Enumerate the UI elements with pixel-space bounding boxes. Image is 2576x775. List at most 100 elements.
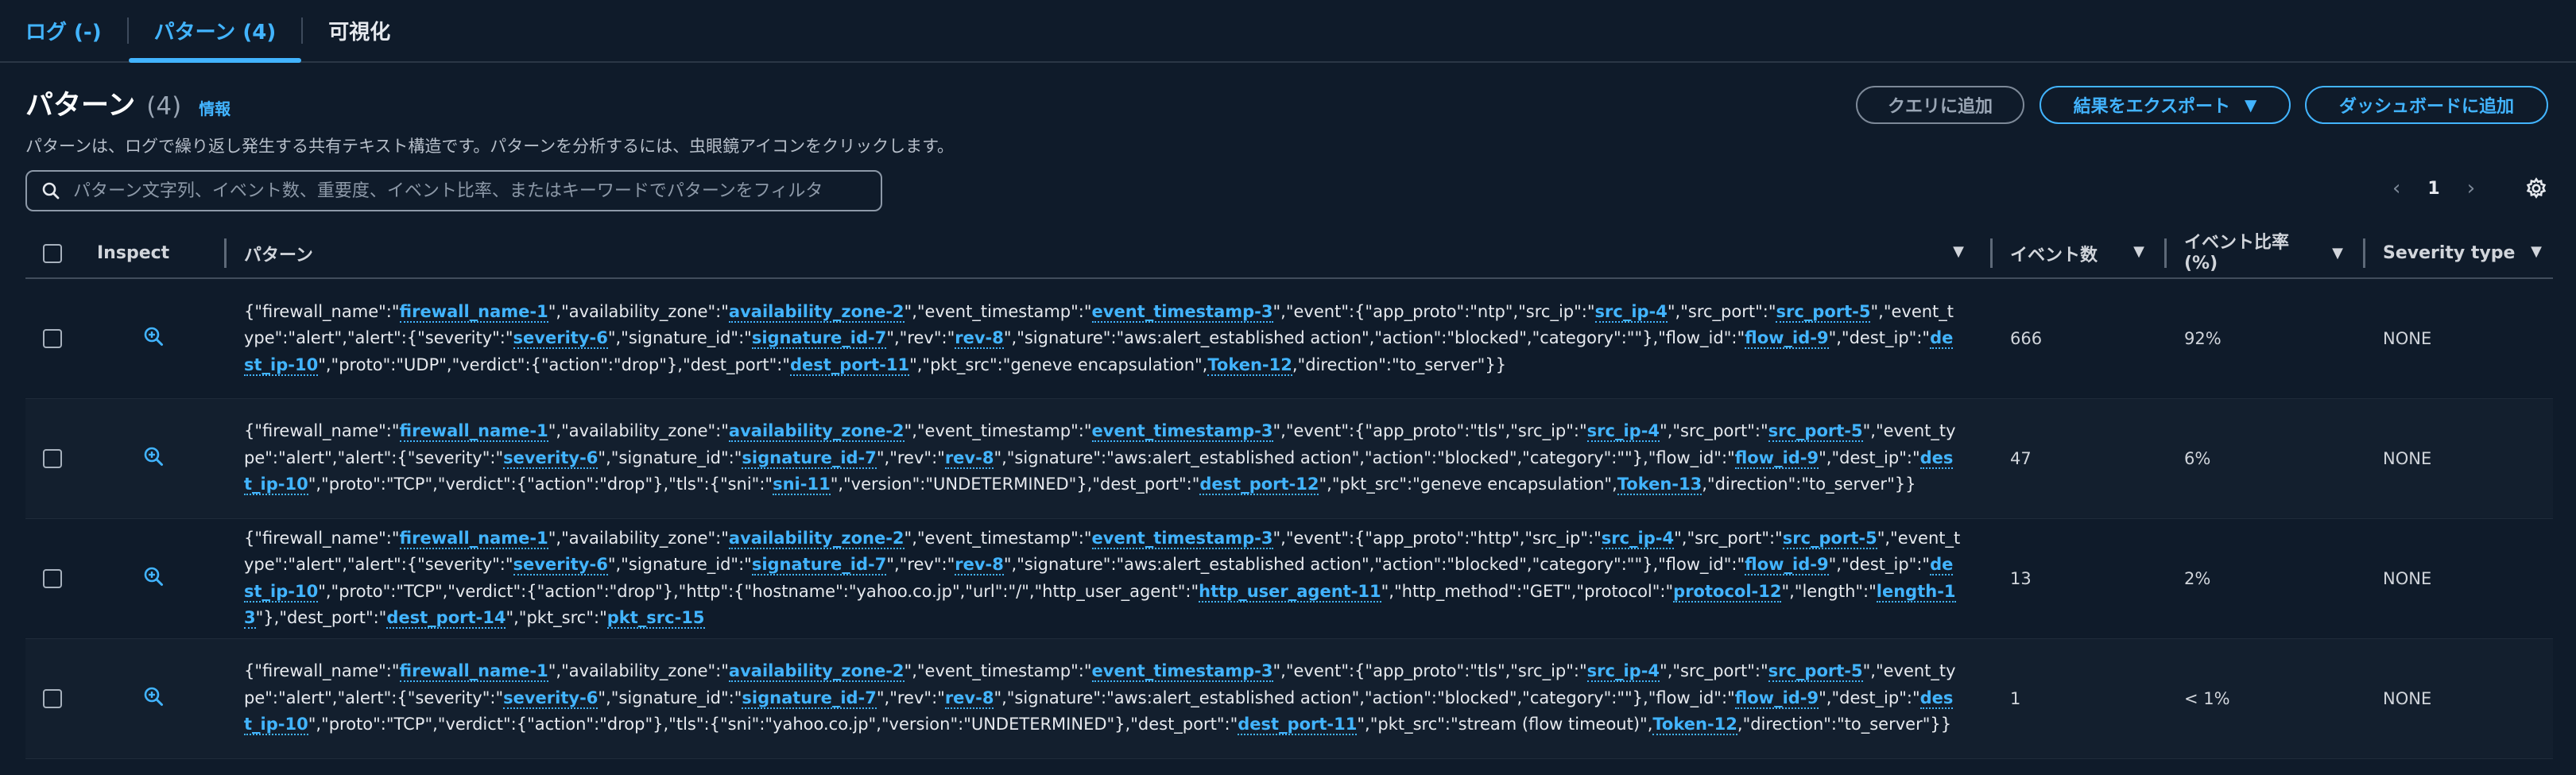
pattern-text: ","rev":" <box>876 448 945 467</box>
event-count-cell: 666 <box>1993 278 2167 399</box>
pattern-token[interactable]: dest_port-11 <box>789 355 910 376</box>
search-input[interactable] <box>72 180 862 202</box>
pattern-token[interactable]: event_timestamp-3 <box>1091 301 1273 323</box>
pattern-token[interactable]: severity-6 <box>513 328 608 349</box>
pattern-cell: {"firewall_name":"firewall_name-1","avai… <box>227 518 1993 639</box>
severity-column-header[interactable]: Severity type ▼ <box>2365 229 2553 279</box>
pattern-text: ","src_port":" <box>1667 301 1776 321</box>
pattern-token[interactable]: severity-6 <box>513 555 608 575</box>
patterns-table: Inspect パターン ▼ イベント数 ▼ イベント比率 (%) ▼ Seve… <box>25 229 2553 759</box>
pattern-token[interactable]: src_port-5 <box>1768 661 1863 683</box>
current-page[interactable]: 1 <box>2427 179 2439 199</box>
pattern-text: ","version":"UNDETERMINED"},"dest_port":… <box>830 475 1200 494</box>
pattern-token[interactable]: firewall_name-1 <box>399 528 548 549</box>
pattern-token[interactable]: flow_id-9 <box>1745 555 1829 575</box>
pattern-token[interactable]: signature_id-7 <box>751 555 887 575</box>
pattern-token[interactable]: signature_id-7 <box>751 328 887 349</box>
sort-caret-icon[interactable]: ▼ <box>2133 243 2144 260</box>
pattern-token[interactable]: availability_zone-2 <box>728 421 905 443</box>
select-all-checkbox[interactable] <box>43 244 62 263</box>
pattern-token[interactable]: severity-6 <box>503 688 598 709</box>
add-to-query-button[interactable]: クエリに追加 <box>1856 86 2024 124</box>
pattern-token[interactable]: pkt_src-15 <box>606 608 705 629</box>
export-results-button[interactable]: 結果をエクスポート ▼ <box>2039 86 2291 124</box>
inspect-button[interactable] <box>143 566 164 591</box>
tab-visualization[interactable]: 可視化 <box>303 0 416 61</box>
add-to-dashboard-button[interactable]: ダッシュボードに追加 <box>2305 86 2548 124</box>
pattern-token[interactable]: src_ip-4 <box>1586 421 1660 443</box>
pattern-token[interactable]: protocol-12 <box>1673 581 1782 603</box>
pattern-token[interactable]: src_ip-4 <box>1594 301 1668 323</box>
info-link[interactable]: 情報 <box>199 96 230 119</box>
pattern-token[interactable]: firewall_name-1 <box>399 661 548 683</box>
pattern-token[interactable]: rev-8 <box>944 448 994 469</box>
row-checkbox[interactable] <box>43 689 62 708</box>
pattern-token[interactable]: src_ip-4 <box>1601 528 1675 549</box>
pattern-token[interactable]: http_user_agent-11 <box>1199 581 1381 603</box>
next-page-icon[interactable]: › <box>2467 176 2475 200</box>
pattern-token[interactable]: firewall_name-1 <box>399 301 548 323</box>
sort-caret-icon[interactable]: ▼ <box>1953 243 1964 260</box>
pattern-token[interactable]: flow_id-9 <box>1745 328 1829 349</box>
pattern-token[interactable]: rev-8 <box>955 555 1004 575</box>
pattern-text: ","signature_id":" <box>598 688 742 707</box>
tab-logs[interactable]: ログ (-) <box>16 0 127 61</box>
pattern-token[interactable]: src_port-5 <box>1768 421 1863 443</box>
zoom-in-icon <box>144 687 163 706</box>
pattern-token[interactable]: src_port-5 <box>1776 301 1871 323</box>
event-ratio-column-header[interactable]: イベント比率 (%) ▼ <box>2167 229 2365 279</box>
pattern-text: ","availability_zone":" <box>548 421 729 441</box>
pattern-text: ","rev":" <box>886 328 955 347</box>
pattern-column-header[interactable]: パターン ▼ <box>227 229 1993 279</box>
pattern-token[interactable]: availability_zone-2 <box>728 661 905 683</box>
pattern-token[interactable]: dest_port-14 <box>386 608 506 629</box>
row-checkbox[interactable] <box>43 569 62 588</box>
row-checkbox[interactable] <box>43 329 62 349</box>
inspect-cell <box>79 278 227 399</box>
previous-page-icon[interactable]: ‹ <box>2392 176 2400 200</box>
pattern-token[interactable]: availability_zone-2 <box>728 528 905 549</box>
pattern-token[interactable]: dest_port-11 <box>1238 715 1358 736</box>
pattern-token[interactable]: signature_id-7 <box>742 448 877 469</box>
pattern-text: ","signature":"aws:alert_established act… <box>1003 328 1745 347</box>
sort-caret-icon[interactable]: ▼ <box>2531 243 2542 260</box>
pattern-token[interactable]: sni-11 <box>773 475 831 496</box>
event-count-cell: 1 <box>1993 638 2167 759</box>
pattern-token[interactable]: Token-13 <box>1617 475 1702 496</box>
pattern-text: ","event_timestamp":" <box>904 301 1092 321</box>
inspect-button[interactable] <box>143 686 164 711</box>
pattern-token[interactable]: rev-8 <box>944 688 994 709</box>
pattern-token[interactable]: signature_id-7 <box>742 688 877 709</box>
pattern-token[interactable]: flow_id-9 <box>1734 688 1819 709</box>
pattern-token[interactable]: flow_id-9 <box>1734 448 1819 469</box>
pattern-token[interactable]: rev-8 <box>955 328 1004 349</box>
pattern-text: {"firewall_name":" <box>244 661 400 681</box>
table-row: {"firewall_name":"firewall_name-1","avai… <box>25 638 2553 759</box>
pattern-text: ","pkt_src":" <box>506 608 607 627</box>
table-settings-button[interactable] <box>2524 176 2548 203</box>
pattern-token[interactable]: src_ip-4 <box>1586 661 1660 683</box>
pattern-token[interactable]: src_port-5 <box>1782 528 1877 549</box>
pattern-text: ","pkt_src":"stream (flow timeout)", <box>1357 715 1653 734</box>
pattern-token[interactable]: Token-12 <box>1652 715 1737 736</box>
pattern-search-box[interactable] <box>25 170 882 211</box>
pattern-token[interactable]: event_timestamp-3 <box>1091 528 1273 549</box>
pattern-token[interactable]: firewall_name-1 <box>399 421 548 443</box>
pattern-token[interactable]: dest_port-12 <box>1199 475 1319 496</box>
severity-cell: NONE <box>2365 398 2553 519</box>
pattern-text: ","src_port":" <box>1660 421 1768 441</box>
pattern-cell: {"firewall_name":"firewall_name-1","avai… <box>227 638 1993 759</box>
inspect-button[interactable] <box>143 446 164 471</box>
pattern-token[interactable]: event_timestamp-3 <box>1091 421 1273 443</box>
pattern-token[interactable]: Token-12 <box>1207 355 1292 376</box>
sort-caret-icon[interactable]: ▼ <box>2332 243 2343 264</box>
row-checkbox[interactable] <box>43 449 62 468</box>
pattern-token[interactable]: severity-6 <box>503 448 598 469</box>
tab-patterns[interactable]: パターン (4) <box>128 0 302 63</box>
event-ratio-cell: < 1% <box>2167 638 2365 759</box>
pattern-text: ,"direction":"to_server"}} <box>1737 715 1952 734</box>
pattern-token[interactable]: event_timestamp-3 <box>1091 661 1273 683</box>
pattern-token[interactable]: availability_zone-2 <box>728 301 905 323</box>
inspect-button[interactable] <box>143 326 164 351</box>
event-count-column-header[interactable]: イベント数 ▼ <box>1993 229 2167 279</box>
